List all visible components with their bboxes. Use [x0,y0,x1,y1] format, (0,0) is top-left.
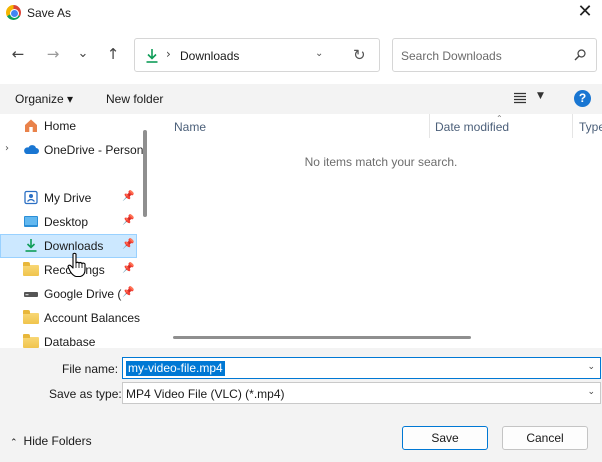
organize-button[interactable]: Organize ▾ [15,92,73,106]
sidebar-item-label: Database [44,335,96,348]
onedrive-icon [24,145,39,154]
pin-icon: 📌 [122,263,135,274]
view-dropdown-icon[interactable]: ▼ [537,91,544,101]
sidebar-item-label: Desktop [44,215,89,229]
navigation-bar: ← → ⌄ ↑ › Downloads ⌄ ↻ Search Downloads [0,36,602,74]
sidebar-item-account-balances[interactable]: Account Balances [0,306,141,330]
chevron-up-icon: ⌃ [10,438,18,448]
hand-pointer-cursor-icon [67,252,86,278]
breadcrumb-downloads[interactable]: Downloads [180,49,239,63]
save-button[interactable]: Save [402,426,488,450]
home-icon [25,119,37,132]
address-dropdown-icon[interactable]: ⌄ [315,48,323,59]
up-button[interactable]: ↑ [104,45,122,63]
save-type-value: MP4 Video File (VLC) (*.mp4) [126,387,285,401]
address-bar[interactable]: › Downloads ⌄ ↻ [134,38,380,72]
folder-icon [23,262,39,276]
pin-icon: 📌 [122,215,135,226]
file-list: Name ⌃ Date modified Type No items match… [154,114,602,348]
pin-icon: 📌 [122,287,135,298]
sidebar-item-label: Google Drive ( [44,287,122,301]
sidebar-item-label: Downloads [44,239,104,253]
search-box[interactable]: Search Downloads [392,38,597,72]
sidebar-item-onedrive[interactable]: › OneDrive - Personal [0,138,146,162]
column-divider[interactable] [572,114,573,138]
window-title: Save As [27,6,72,20]
folder-icon [23,310,39,324]
column-header-type[interactable]: Type [579,120,602,134]
new-folder-button[interactable]: New folder [106,92,163,106]
column-header-date-modified[interactable]: Date modified [435,120,509,134]
desktop-icon [24,216,38,227]
hide-folders-button[interactable]: ⌃ Hide Folders [10,434,92,448]
sidebar-item-database[interactable]: Database [0,330,137,348]
sidebar-item-label: My Drive [44,191,92,205]
download-arrow-icon [146,49,158,63]
save-type-dropdown-icon[interactable]: ⌄ [587,387,595,397]
column-divider[interactable] [429,114,430,138]
pin-icon: 📌 [122,239,135,250]
search-icon [574,49,586,61]
command-bar: Organize ▾ New folder ▼ ? [0,84,602,114]
back-button[interactable]: ← [9,45,27,63]
expand-chevron-icon[interactable]: › [5,143,9,154]
close-button[interactable]: ✕ [572,0,598,26]
forward-button[interactable]: → [44,45,62,63]
chrome-app-icon [6,5,21,20]
save-type-select[interactable]: MP4 Video File (VLC) (*.mp4) ⌄ [122,382,601,404]
save-form: File name: my-video-file.mp4 ⌄ Save as t… [0,348,602,462]
filename-label: File name: [62,362,119,376]
drive-icon [24,292,38,297]
navigation-pane-scrollbar[interactable] [143,130,147,217]
horizontal-scrollbar[interactable] [173,336,471,339]
refresh-button[interactable]: ↻ [353,46,366,64]
breadcrumb-separator: › [166,47,171,61]
sidebar-item-label: Account Balances [44,311,141,325]
column-header-name[interactable]: Name [174,120,206,134]
view-options-icon[interactable] [513,92,527,104]
my-drive-icon [24,190,38,205]
save-type-label: Save as type: [49,387,122,401]
downloads-icon [25,239,37,252]
sidebar-item-label: OneDrive - Personal [44,143,146,157]
sidebar-item-google-drive[interactable]: Google Drive ( 📌 [0,282,137,306]
help-icon[interactable]: ? [574,90,591,107]
title-bar: Save As ✕ [0,0,602,26]
sidebar-item-label: Home [44,119,77,133]
pin-icon: 📌 [122,191,135,202]
search-placeholder[interactable]: Search Downloads [401,49,502,63]
recent-locations-button[interactable]: ⌄ [74,45,92,63]
filename-dropdown-icon[interactable]: ⌄ [587,362,595,372]
sidebar-item-home[interactable]: Home [0,114,137,138]
hide-folders-label: Hide Folders [23,434,92,448]
sidebar-item-my-drive[interactable]: My Drive 📌 [0,186,137,210]
folder-icon [23,334,39,348]
empty-message: No items match your search. [304,155,458,169]
filename-value[interactable]: my-video-file.mp4 [126,361,225,376]
sidebar-item-desktop[interactable]: Desktop 📌 [0,210,137,234]
filename-field[interactable]: my-video-file.mp4 ⌄ [122,357,601,379]
cancel-button[interactable]: Cancel [502,426,588,450]
navigation-pane: Home › OneDrive - Personal My Drive 📌 De… [0,114,146,348]
